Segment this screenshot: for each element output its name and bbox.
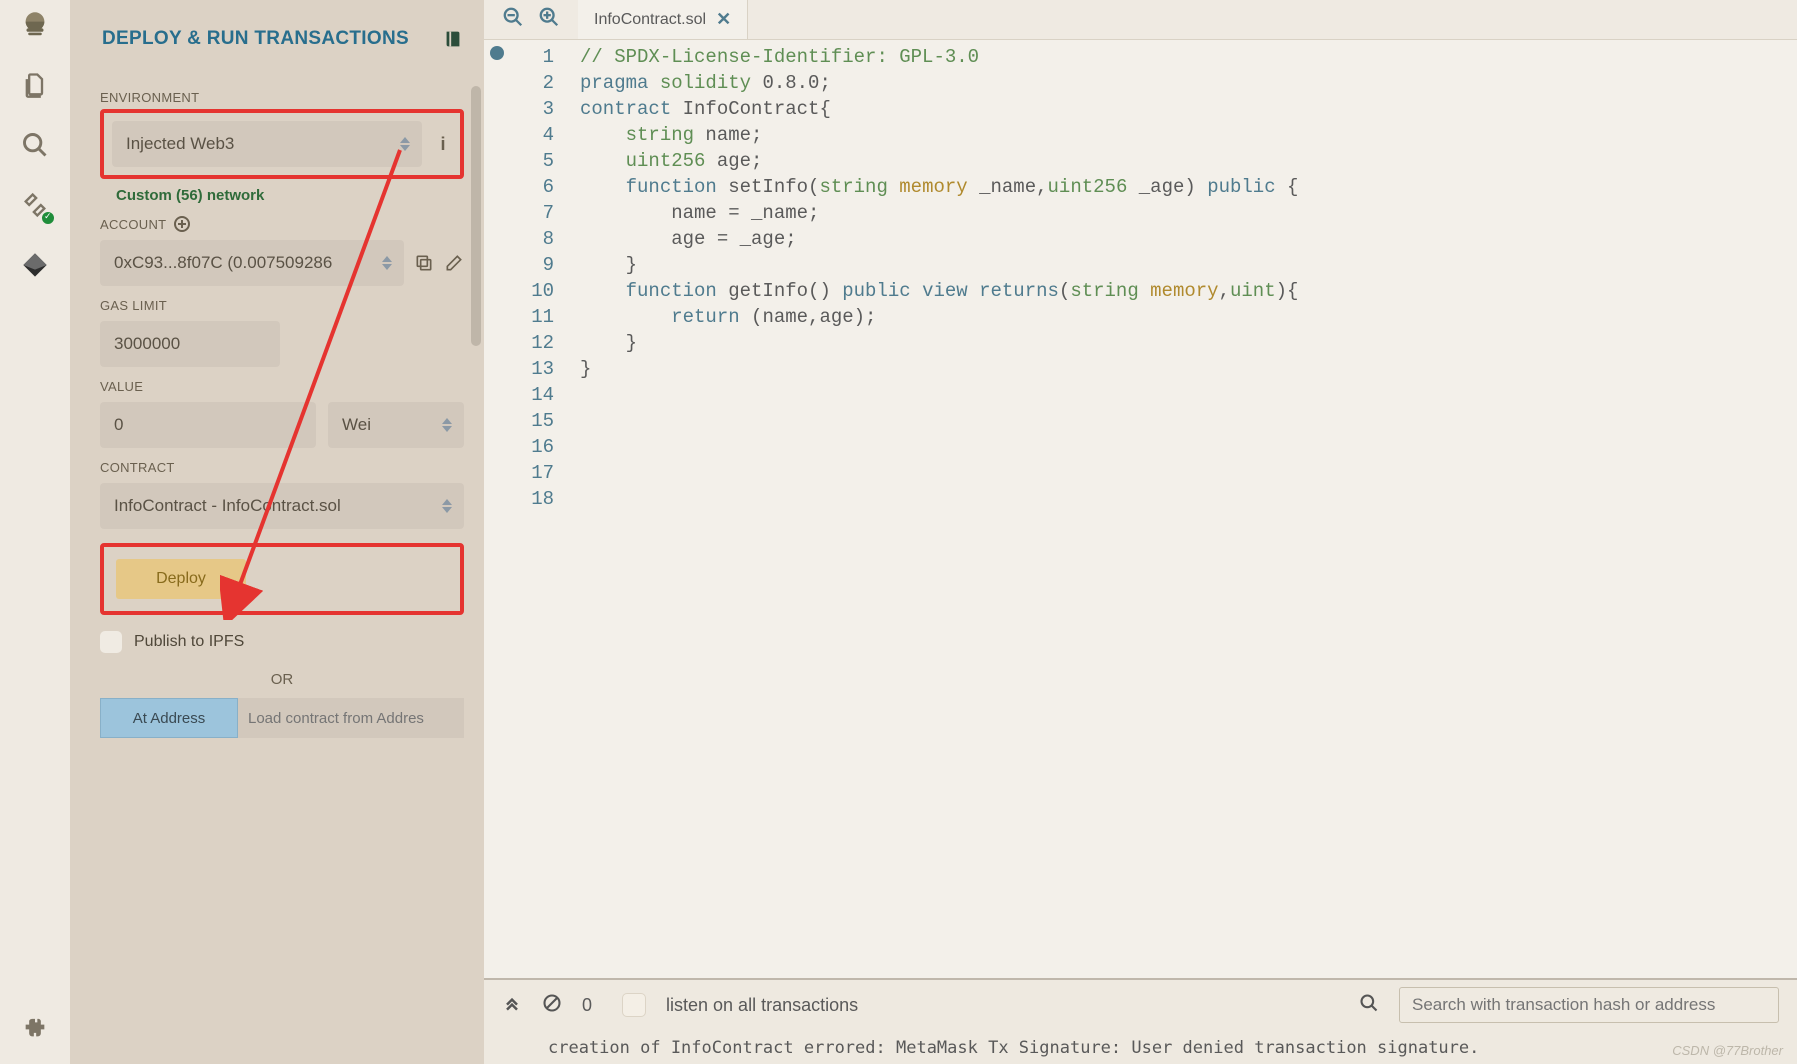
network-note: Custom (56) network (116, 187, 464, 204)
deploy-highlight: Deploy (100, 543, 464, 615)
terminal: 0 listen on all transactions creation of… (484, 978, 1797, 1064)
watermark: CSDN @77Brother (1672, 1043, 1783, 1058)
publish-ipfs-label: Publish to IPFS (134, 633, 244, 651)
tab-bar: InfoContract.sol ✕ (484, 0, 1797, 40)
panel-scrollbar[interactable] (470, 86, 482, 1064)
compile-success-badge (40, 210, 56, 226)
copy-icon[interactable] (414, 253, 434, 273)
info-icon[interactable]: i (434, 134, 452, 155)
caret-icon (400, 137, 410, 151)
docs-icon[interactable] (442, 28, 464, 50)
or-label: OR (100, 671, 464, 688)
pending-tx-count: 0 (582, 995, 592, 1016)
code-content[interactable]: // SPDX-License-Identifier: GPL-3.0pragm… (570, 40, 1797, 978)
environment-value: Injected Web3 (126, 134, 234, 154)
contract-select[interactable]: InfoContract - InfoContract.sol (100, 483, 464, 529)
code-editor[interactable]: 123456789101112131415161718 // SPDX-Lice… (484, 40, 1797, 978)
deploy-button[interactable]: Deploy (116, 559, 246, 599)
file-explorer-icon[interactable] (18, 68, 52, 102)
caret-icon (442, 418, 452, 432)
remix-logo-icon[interactable] (18, 8, 52, 42)
environment-select[interactable]: Injected Web3 (112, 121, 422, 167)
account-select[interactable]: 0xC93...8f07C (0.007509286 (100, 240, 404, 286)
environment-highlight: Injected Web3 i (100, 109, 464, 179)
breakpoint-dot-icon[interactable] (490, 46, 504, 60)
contract-label: CONTRACT (100, 460, 464, 475)
compiler-icon[interactable] (18, 188, 52, 222)
gas-limit-label: GAS LIMIT (100, 298, 464, 313)
close-tab-icon[interactable]: ✕ (716, 9, 731, 30)
listen-checkbox[interactable] (622, 993, 646, 1017)
terminal-search-input[interactable] (1399, 987, 1779, 1023)
value-label: VALUE (100, 379, 464, 394)
account-label: ACCOUNT (100, 217, 166, 232)
left-iconbar (0, 0, 70, 1064)
terminal-search-icon[interactable] (1359, 993, 1379, 1018)
editor-tab[interactable]: InfoContract.sol ✕ (578, 0, 748, 39)
value-input[interactable]: 0 (100, 402, 316, 448)
add-account-icon[interactable] (174, 216, 190, 232)
search-icon[interactable] (18, 128, 52, 162)
editor-area: InfoContract.sol ✕ 123456789101112131415… (484, 0, 1797, 1064)
gas-limit-input[interactable]: 3000000 (100, 321, 280, 367)
environment-label: ENVIRONMENT (100, 90, 464, 105)
deploy-run-icon[interactable] (18, 248, 52, 282)
at-address-button[interactable]: At Address (100, 698, 238, 738)
value-unit-select[interactable]: Wei (328, 402, 464, 448)
tab-label: InfoContract.sol (594, 11, 706, 29)
line-gutter: 123456789101112131415161718 (484, 40, 570, 978)
zoom-out-icon[interactable] (502, 6, 524, 33)
edit-icon[interactable] (444, 253, 464, 273)
terminal-log: creation of InfoContract errored: MetaMa… (484, 1030, 1797, 1064)
plugin-manager-icon[interactable] (18, 1010, 52, 1044)
zoom-in-icon[interactable] (538, 6, 560, 33)
publish-ipfs-checkbox[interactable] (100, 631, 122, 653)
deploy-panel: DEPLOY & RUN TRANSACTIONS ENVIRONMENT In… (70, 0, 484, 1064)
listen-label: listen on all transactions (666, 995, 858, 1016)
caret-icon (382, 256, 392, 270)
clear-terminal-icon[interactable] (542, 993, 562, 1018)
terminal-toggle-icon[interactable] (502, 993, 522, 1018)
at-address-input[interactable] (238, 698, 464, 738)
panel-title: DEPLOY & RUN TRANSACTIONS (102, 28, 409, 50)
caret-icon (442, 499, 452, 513)
account-value: 0xC93...8f07C (0.007509286 (114, 253, 332, 273)
